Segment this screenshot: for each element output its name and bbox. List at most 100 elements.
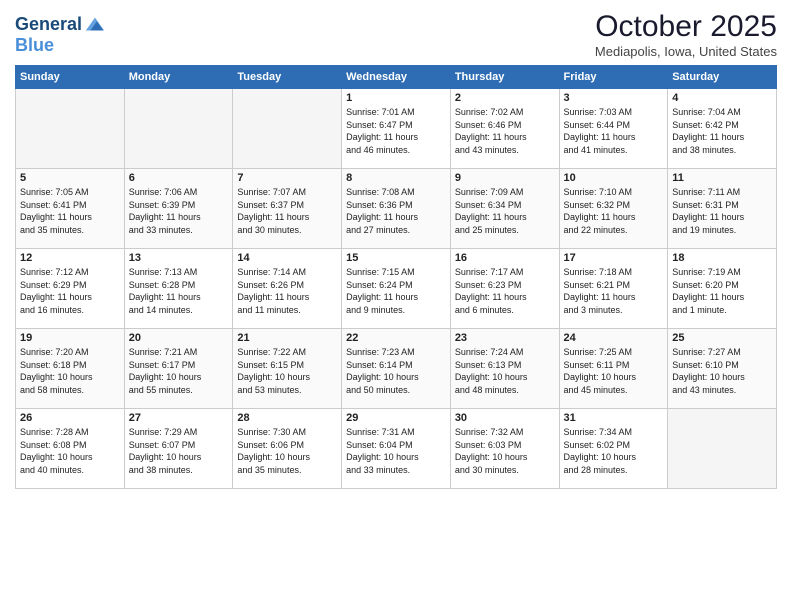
- day-info: Sunrise: 7:25 AMSunset: 6:11 PMDaylight:…: [564, 346, 664, 396]
- title-block: October 2025 Mediapolis, Iowa, United St…: [595, 10, 777, 59]
- day-info: Sunrise: 7:29 AMSunset: 6:07 PMDaylight:…: [129, 426, 229, 476]
- day-info: Sunrise: 7:24 AMSunset: 6:13 PMDaylight:…: [455, 346, 555, 396]
- day-number: 22: [346, 332, 446, 344]
- week-row-5: 26 Sunrise: 7:28 AMSunset: 6:08 PMDayligh…: [16, 409, 777, 489]
- day-number: 7: [237, 172, 337, 184]
- day-number: 27: [129, 412, 229, 424]
- day-info: Sunrise: 7:11 AMSunset: 6:31 PMDaylight:…: [672, 186, 772, 236]
- calendar-cell: 5 Sunrise: 7:05 AMSunset: 6:41 PMDaylight…: [16, 169, 125, 249]
- day-info: Sunrise: 7:28 AMSunset: 6:08 PMDaylight:…: [20, 426, 120, 476]
- day-number: 8: [346, 172, 446, 184]
- day-number: 1: [346, 92, 446, 104]
- day-number: 21: [237, 332, 337, 344]
- calendar-cell: 15 Sunrise: 7:15 AMSunset: 6:24 PMDayligh…: [342, 249, 451, 329]
- day-info: Sunrise: 7:22 AMSunset: 6:15 PMDaylight:…: [237, 346, 337, 396]
- day-info: Sunrise: 7:21 AMSunset: 6:17 PMDaylight:…: [129, 346, 229, 396]
- calendar-cell: [16, 89, 125, 169]
- day-number: 18: [672, 252, 772, 264]
- day-number: 9: [455, 172, 555, 184]
- day-info: Sunrise: 7:19 AMSunset: 6:20 PMDaylight:…: [672, 266, 772, 316]
- day-number: 4: [672, 92, 772, 104]
- day-number: 5: [20, 172, 120, 184]
- day-info: Sunrise: 7:15 AMSunset: 6:24 PMDaylight:…: [346, 266, 446, 316]
- calendar-cell: 30Sunrise: 7:32 AMSunset: 6:03 PMDayligh…: [450, 409, 559, 489]
- calendar-cell: 1 Sunrise: 7:01 AMSunset: 6:47 PMDaylight…: [342, 89, 451, 169]
- calendar-cell: 21 Sunrise: 7:22 AMSunset: 6:15 PMDayligh…: [233, 329, 342, 409]
- day-info: Sunrise: 7:07 AMSunset: 6:37 PMDaylight:…: [237, 186, 337, 236]
- calendar-container: General Blue October 2025 Mediapolis, Io…: [0, 0, 792, 499]
- day-number: 26: [20, 412, 120, 424]
- month-title: October 2025: [595, 10, 777, 44]
- day-number: 24: [564, 332, 664, 344]
- day-number: 16: [455, 252, 555, 264]
- day-info: Sunrise: 7:17 AMSunset: 6:23 PMDaylight:…: [455, 266, 555, 316]
- header-row: SundayMondayTuesdayWednesdayThursdayFrid…: [16, 66, 777, 89]
- day-info: Sunrise: 7:02 AMSunset: 6:46 PMDaylight:…: [455, 106, 555, 156]
- logo-general: General: [15, 15, 82, 35]
- day-info: Sunrise: 7:18 AMSunset: 6:21 PMDaylight:…: [564, 266, 664, 316]
- day-number: 25: [672, 332, 772, 344]
- calendar-cell: 24 Sunrise: 7:25 AMSunset: 6:11 PMDayligh…: [559, 329, 668, 409]
- calendar-cell: 23 Sunrise: 7:24 AMSunset: 6:13 PMDayligh…: [450, 329, 559, 409]
- calendar-cell: 22 Sunrise: 7:23 AMSunset: 6:14 PMDayligh…: [342, 329, 451, 409]
- header-tuesday: Tuesday: [233, 66, 342, 89]
- day-number: 28: [237, 412, 337, 424]
- day-number: 6: [129, 172, 229, 184]
- logo-icon: [84, 14, 106, 36]
- day-number: 15: [346, 252, 446, 264]
- day-number: 3: [564, 92, 664, 104]
- day-number: 20: [129, 332, 229, 344]
- calendar-cell: 25 Sunrise: 7:27 AMSunset: 6:10 PMDayligh…: [668, 329, 777, 409]
- day-info: Sunrise: 7:03 AMSunset: 6:44 PMDaylight:…: [564, 106, 664, 156]
- day-info: Sunrise: 7:04 AMSunset: 6:42 PMDaylight:…: [672, 106, 772, 156]
- day-number: 13: [129, 252, 229, 264]
- day-info: Sunrise: 7:31 AMSunset: 6:04 PMDaylight:…: [346, 426, 446, 476]
- header-saturday: Saturday: [668, 66, 777, 89]
- day-info: Sunrise: 7:08 AMSunset: 6:36 PMDaylight:…: [346, 186, 446, 236]
- logo: General Blue: [15, 14, 106, 56]
- calendar-cell: 4 Sunrise: 7:04 AMSunset: 6:42 PMDaylight…: [668, 89, 777, 169]
- day-number: 23: [455, 332, 555, 344]
- day-number: 30: [455, 412, 555, 424]
- day-info: Sunrise: 7:23 AMSunset: 6:14 PMDaylight:…: [346, 346, 446, 396]
- day-number: 2: [455, 92, 555, 104]
- day-info: Sunrise: 7:14 AMSunset: 6:26 PMDaylight:…: [237, 266, 337, 316]
- calendar-cell: 18 Sunrise: 7:19 AMSunset: 6:20 PMDayligh…: [668, 249, 777, 329]
- calendar-cell: 2 Sunrise: 7:02 AMSunset: 6:46 PMDaylight…: [450, 89, 559, 169]
- day-number: 17: [564, 252, 664, 264]
- day-number: 29: [346, 412, 446, 424]
- calendar-cell: 14Sunrise: 7:14 AMSunset: 6:26 PMDayligh…: [233, 249, 342, 329]
- week-row-3: 12 Sunrise: 7:12 AMSunset: 6:29 PMDayligh…: [16, 249, 777, 329]
- day-number: 12: [20, 252, 120, 264]
- day-number: 10: [564, 172, 664, 184]
- calendar-cell: 20 Sunrise: 7:21 AMSunset: 6:17 PMDayligh…: [124, 329, 233, 409]
- calendar-cell: 11Sunrise: 7:11 AMSunset: 6:31 PMDayligh…: [668, 169, 777, 249]
- week-row-2: 5 Sunrise: 7:05 AMSunset: 6:41 PMDaylight…: [16, 169, 777, 249]
- calendar-cell: 6Sunrise: 7:06 AMSunset: 6:39 PMDaylight…: [124, 169, 233, 249]
- calendar-cell: 13Sunrise: 7:13 AMSunset: 6:28 PMDayligh…: [124, 249, 233, 329]
- calendar-cell: 19Sunrise: 7:20 AMSunset: 6:18 PMDayligh…: [16, 329, 125, 409]
- calendar-cell: 17 Sunrise: 7:18 AMSunset: 6:21 PMDayligh…: [559, 249, 668, 329]
- calendar-cell: [668, 409, 777, 489]
- calendar-cell: 8 Sunrise: 7:08 AMSunset: 6:36 PMDaylight…: [342, 169, 451, 249]
- calendar-table: SundayMondayTuesdayWednesdayThursdayFrid…: [15, 65, 777, 489]
- calendar-cell: 12 Sunrise: 7:12 AMSunset: 6:29 PMDayligh…: [16, 249, 125, 329]
- calendar-cell: 27 Sunrise: 7:29 AMSunset: 6:07 PMDayligh…: [124, 409, 233, 489]
- header-sunday: Sunday: [16, 66, 125, 89]
- day-info: Sunrise: 7:05 AMSunset: 6:41 PMDaylight:…: [20, 186, 120, 236]
- calendar-cell: 26 Sunrise: 7:28 AMSunset: 6:08 PMDayligh…: [16, 409, 125, 489]
- day-number: 31: [564, 412, 664, 424]
- calendar-cell: 28Sunrise: 7:30 AMSunset: 6:06 PMDayligh…: [233, 409, 342, 489]
- week-row-1: 1 Sunrise: 7:01 AMSunset: 6:47 PMDaylight…: [16, 89, 777, 169]
- logo-blue: Blue: [15, 36, 54, 56]
- day-info: Sunrise: 7:27 AMSunset: 6:10 PMDaylight:…: [672, 346, 772, 396]
- location-subtitle: Mediapolis, Iowa, United States: [595, 44, 777, 59]
- day-info: Sunrise: 7:01 AMSunset: 6:47 PMDaylight:…: [346, 106, 446, 156]
- calendar-cell: 7 Sunrise: 7:07 AMSunset: 6:37 PMDaylight…: [233, 169, 342, 249]
- day-info: Sunrise: 7:20 AMSunset: 6:18 PMDaylight:…: [20, 346, 120, 396]
- header: General Blue October 2025 Mediapolis, Io…: [15, 10, 777, 59]
- day-info: Sunrise: 7:34 AMSunset: 6:02 PMDaylight:…: [564, 426, 664, 476]
- day-info: Sunrise: 7:12 AMSunset: 6:29 PMDaylight:…: [20, 266, 120, 316]
- day-info: Sunrise: 7:09 AMSunset: 6:34 PMDaylight:…: [455, 186, 555, 236]
- day-info: Sunrise: 7:10 AMSunset: 6:32 PMDaylight:…: [564, 186, 664, 236]
